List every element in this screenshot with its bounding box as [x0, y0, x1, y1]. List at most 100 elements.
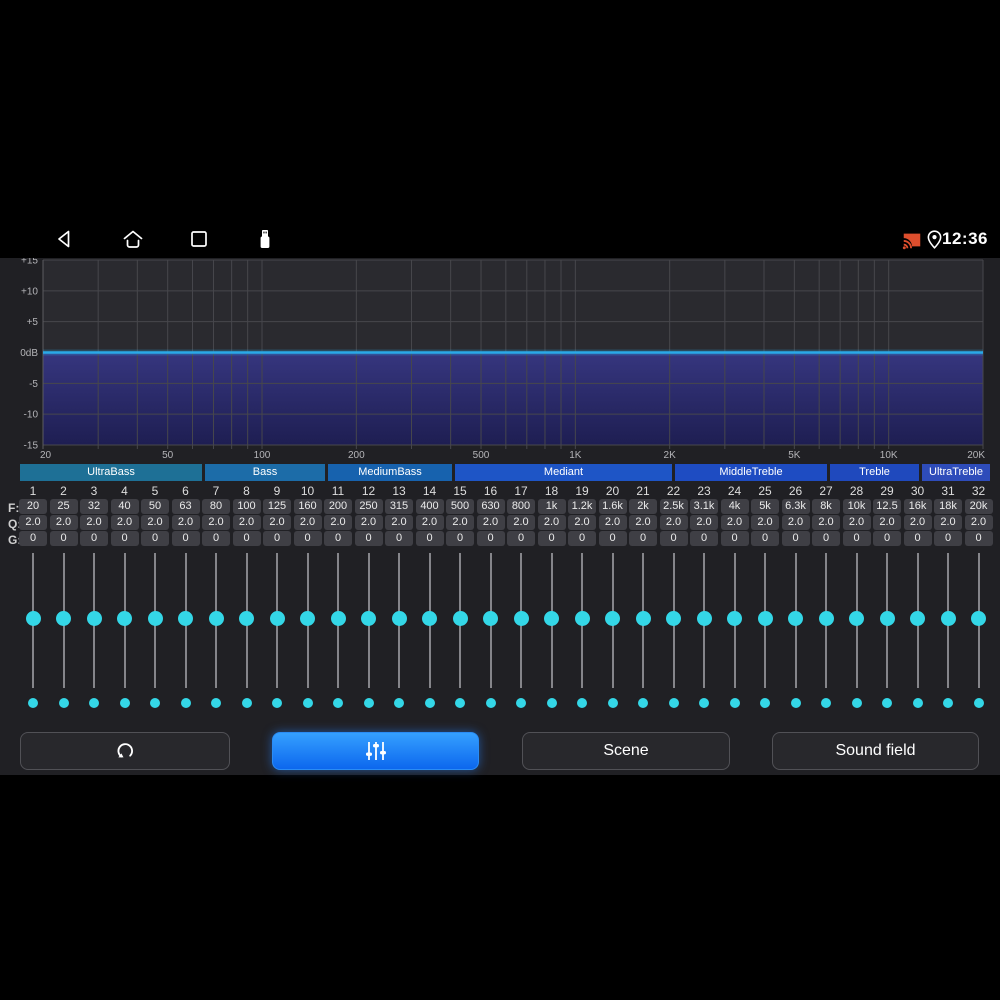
freq-value[interactable]: 1k [537, 499, 566, 514]
gain-slider-thumb[interactable] [86, 611, 102, 626]
gain-slider-thumb[interactable] [818, 611, 834, 626]
gain-slider-thumb[interactable] [452, 611, 468, 626]
gain-value[interactable]: 0 [415, 531, 444, 546]
q-value[interactable]: 2.0 [80, 515, 108, 530]
gain-value[interactable]: 0 [629, 531, 657, 546]
gain-slider-thumb[interactable] [117, 611, 132, 626]
gain-slider-thumb[interactable] [788, 611, 803, 626]
gain-slider-thumb[interactable] [361, 611, 376, 626]
gain-slider-thumb[interactable] [544, 611, 559, 626]
scene-button[interactable]: Scene [522, 732, 730, 770]
freq-value[interactable]: 80 [202, 499, 230, 514]
freq-value[interactable]: 63 [171, 499, 200, 514]
q-value[interactable]: 2.0 [354, 515, 383, 530]
gain-value[interactable]: 0 [385, 531, 413, 546]
gain-value[interactable]: 0 [141, 531, 169, 546]
gain-value[interactable]: 0 [842, 531, 871, 546]
freq-value[interactable]: 500 [446, 499, 474, 514]
equalizer-button[interactable] [272, 732, 479, 770]
gain-slider-thumb[interactable] [239, 611, 254, 626]
q-value[interactable]: 2.0 [232, 515, 261, 530]
gain-slider-thumb[interactable] [574, 611, 590, 626]
gain-value[interactable]: 0 [812, 531, 840, 546]
back-icon[interactable] [53, 227, 77, 251]
freq-value[interactable]: 315 [385, 499, 413, 514]
q-value[interactable]: 2.0 [385, 515, 413, 530]
gain-value[interactable]: 0 [598, 531, 627, 546]
gain-value[interactable]: 0 [507, 531, 535, 546]
freq-value[interactable]: 200 [324, 499, 352, 514]
gain-value[interactable]: 0 [537, 531, 566, 546]
freq-value[interactable]: 125 [263, 499, 291, 514]
gain-value[interactable]: 0 [293, 531, 322, 546]
freq-value[interactable]: 12.5 [873, 499, 901, 514]
q-value[interactable]: 2.0 [751, 515, 779, 530]
gain-slider-thumb[interactable] [757, 611, 773, 626]
home-icon[interactable] [121, 227, 145, 251]
q-value[interactable]: 2.0 [873, 515, 901, 530]
freq-value[interactable]: 40 [110, 499, 139, 514]
freq-value[interactable]: 32 [80, 499, 108, 514]
q-value[interactable]: 2.0 [141, 515, 169, 530]
gain-value[interactable]: 0 [934, 531, 962, 546]
q-value[interactable]: 2.0 [110, 515, 139, 530]
freq-value[interactable]: 250 [354, 499, 383, 514]
gain-value[interactable]: 0 [903, 531, 932, 546]
freq-value[interactable]: 25 [49, 499, 78, 514]
gain-value[interactable]: 0 [446, 531, 474, 546]
gain-slider-thumb[interactable] [696, 611, 712, 626]
gain-value[interactable]: 0 [263, 531, 291, 546]
q-value[interactable]: 2.0 [415, 515, 444, 530]
freq-value[interactable]: 630 [476, 499, 505, 514]
q-value[interactable]: 2.0 [781, 515, 810, 530]
freq-value[interactable]: 100 [232, 499, 261, 514]
q-value[interactable]: 2.0 [629, 515, 657, 530]
q-value[interactable]: 2.0 [476, 515, 505, 530]
freq-value[interactable]: 1.2k [568, 499, 596, 514]
freq-value[interactable]: 18k [934, 499, 962, 514]
gain-value[interactable]: 0 [324, 531, 352, 546]
q-value[interactable]: 2.0 [934, 515, 962, 530]
gain-slider-thumb[interactable] [666, 611, 681, 626]
gain-value[interactable]: 0 [659, 531, 688, 546]
reset-button[interactable] [20, 732, 230, 770]
q-value[interactable]: 2.0 [171, 515, 200, 530]
gain-value[interactable]: 0 [19, 531, 47, 546]
gain-value[interactable]: 0 [202, 531, 230, 546]
q-value[interactable]: 2.0 [720, 515, 749, 530]
q-value[interactable]: 2.0 [263, 515, 291, 530]
freq-value[interactable]: 5k [751, 499, 779, 514]
q-value[interactable]: 2.0 [598, 515, 627, 530]
gain-slider-thumb[interactable] [208, 611, 224, 626]
freq-value[interactable]: 400 [415, 499, 444, 514]
freq-value[interactable]: 3.1k [690, 499, 718, 514]
gain-value[interactable]: 0 [80, 531, 108, 546]
gain-value[interactable]: 0 [720, 531, 749, 546]
q-value[interactable]: 2.0 [568, 515, 596, 530]
gain-value[interactable]: 0 [354, 531, 383, 546]
q-value[interactable]: 2.0 [964, 515, 993, 530]
gain-slider-thumb[interactable] [269, 611, 285, 626]
gain-slider-thumb[interactable] [178, 611, 193, 626]
gain-slider-thumb[interactable] [391, 611, 407, 626]
gain-slider-thumb[interactable] [910, 611, 925, 626]
q-value[interactable]: 2.0 [49, 515, 78, 530]
freq-value[interactable]: 20 [19, 499, 47, 514]
q-value[interactable]: 2.0 [19, 515, 47, 530]
freq-value[interactable]: 10k [842, 499, 871, 514]
gain-value[interactable]: 0 [690, 531, 718, 546]
q-value[interactable]: 2.0 [324, 515, 352, 530]
gain-slider-thumb[interactable] [300, 611, 315, 626]
q-value[interactable]: 2.0 [842, 515, 871, 530]
q-value[interactable]: 2.0 [690, 515, 718, 530]
freq-value[interactable]: 2.5k [659, 499, 688, 514]
q-value[interactable]: 2.0 [812, 515, 840, 530]
gain-slider-thumb[interactable] [971, 611, 986, 626]
gain-slider-thumb[interactable] [727, 611, 742, 626]
gain-value[interactable]: 0 [568, 531, 596, 546]
sound-field-button[interactable]: Sound field [772, 732, 979, 770]
gain-slider-thumb[interactable] [605, 611, 620, 626]
gain-slider-thumb[interactable] [56, 611, 71, 626]
q-value[interactable]: 2.0 [537, 515, 566, 530]
gain-value[interactable]: 0 [49, 531, 78, 546]
